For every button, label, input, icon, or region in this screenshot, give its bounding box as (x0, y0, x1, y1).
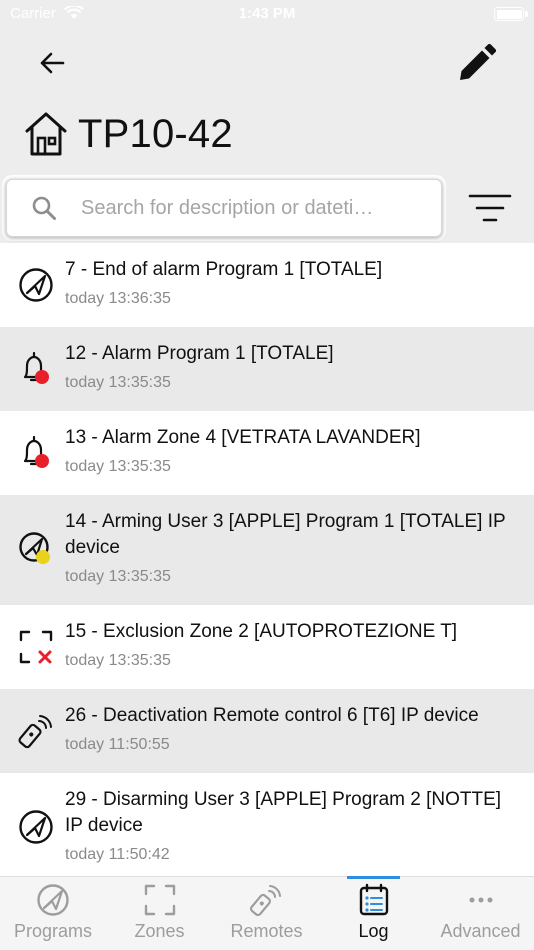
tab-zones[interactable]: Zones (106, 877, 213, 950)
tab-bar: Programs Zones Remotes Log Advanced (0, 876, 534, 950)
log-entry-title: 12 - Alarm Program 1 [TOTALE] (65, 343, 334, 364)
search-input[interactable] (81, 196, 391, 220)
clock: 1:43 PM (238, 5, 296, 22)
back-button[interactable] (30, 45, 74, 81)
log-entry[interactable]: 29 - Disarming User 3 [APPLE] Program 2 … (0, 773, 534, 876)
remote-control-icon (18, 715, 52, 749)
filter-lines-icon[interactable] (468, 188, 512, 228)
log-entry-time: today 11:50:55 (65, 736, 170, 753)
programs-icon (37, 884, 69, 916)
log-entry-time: today 13:36:35 (65, 290, 171, 307)
log-entry-title: 14 - Arming User 3 [APPLE] Program 1 [TO… (65, 511, 506, 558)
more-dots-icon (469, 897, 492, 903)
log-entry-title: 15 - Exclusion Zone 2 [AUTOPROTEZIONE T] (65, 621, 458, 642)
header: TP10-42 (0, 30, 534, 245)
battery-icon (494, 7, 528, 21)
log-entry-time: today 13:35:35 (65, 568, 171, 585)
log-entry-time: today 13:35:35 (65, 374, 171, 391)
bell-alarm-icon (23, 351, 49, 384)
log-entry-title: 13 - Alarm Zone 4 [VETRATA LAVANDER] (65, 427, 421, 448)
log-entry-title: 26 - Deactivation Remote control 6 [T6] … (65, 705, 479, 726)
log-entry[interactable]: 12 - Alarm Program 1 [TOTALE] today 13:3… (0, 327, 534, 411)
tab-label: Log (358, 921, 389, 941)
search-box[interactable] (6, 179, 442, 237)
tab-label: Programs (13, 921, 93, 941)
log-entry-time: today 13:35:35 (65, 652, 171, 669)
zone-exclusion-icon (19, 630, 53, 664)
search-container (2, 175, 446, 241)
arrow-left-icon (40, 52, 65, 74)
log-entry[interactable]: 13 - Alarm Zone 4 [VETRATA LAVANDER] tod… (0, 411, 534, 495)
tab-label: Zones (134, 921, 185, 941)
log-entry[interactable]: 14 - Arming User 3 [APPLE] Program 1 [TO… (0, 495, 534, 605)
log-entry[interactable]: 7 - End of alarm Program 1 [TOTALE] toda… (0, 243, 534, 327)
tab-advanced[interactable]: Advanced (427, 877, 534, 950)
log-entry-title: 29 - Disarming User 3 [APPLE] Program 2 … (65, 789, 502, 836)
log-entry-time: today 13:35:35 (65, 458, 171, 475)
tab-programs[interactable]: Programs (0, 877, 106, 950)
tab-label: Advanced (440, 921, 521, 941)
log-icon (359, 883, 388, 916)
log-entry[interactable]: 26 - Deactivation Remote control 6 [T6] … (0, 689, 534, 773)
tab-log[interactable]: Log (320, 877, 427, 950)
search-icon (32, 196, 56, 220)
remotes-icon (249, 885, 281, 917)
title-row: TP10-42 (24, 108, 233, 160)
status-bar: Carrier 1:43 PM (0, 0, 534, 30)
house-icon (25, 112, 67, 156)
log-entry[interactable]: 15 - Exclusion Zone 2 [AUTOPROTEZIONE T]… (0, 605, 534, 689)
edit-button[interactable] (456, 42, 498, 84)
disarming-icon (19, 810, 53, 844)
end-alarm-icon (19, 268, 53, 302)
log-entry-title: 7 - End of alarm Program 1 [TOTALE] (65, 259, 383, 280)
zones-icon (144, 884, 175, 916)
page-title: TP10-42 (78, 111, 233, 156)
tab-label: Remotes (230, 921, 303, 941)
pencil-icon (460, 44, 496, 80)
bell-alarm-icon (23, 435, 49, 468)
log-entry-time: today 11:50:42 (65, 846, 170, 863)
log-list: 7 - End of alarm Program 1 [TOTALE] toda… (0, 243, 534, 876)
tab-remotes[interactable]: Remotes (213, 877, 320, 950)
arming-icon (19, 532, 50, 564)
